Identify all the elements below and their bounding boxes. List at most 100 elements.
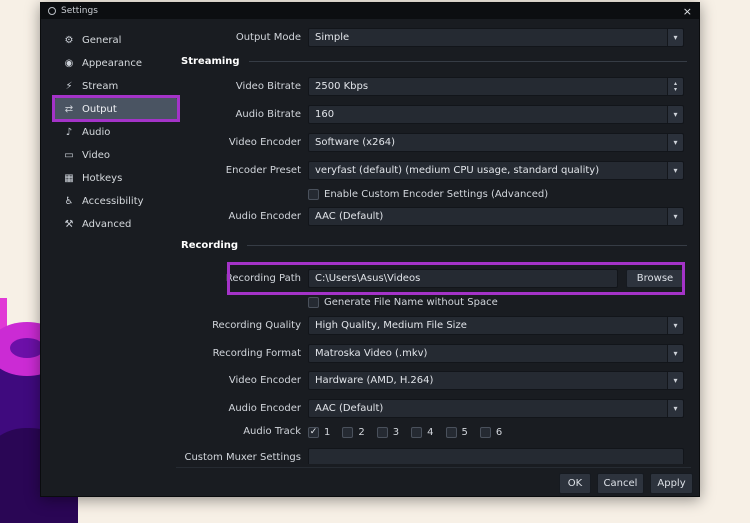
- chevron-down-icon[interactable]: ▾: [667, 317, 683, 334]
- recording-format-select[interactable]: Matroska Video (.mkv) ▾: [308, 344, 684, 363]
- checkbox-icon[interactable]: [376, 427, 388, 438]
- sidebar-item-label: General: [82, 34, 122, 46]
- tools-icon: ⚒: [64, 218, 74, 230]
- sidebar-item-appearance[interactable]: ◉ Appearance: [55, 52, 177, 74]
- chevron-down-icon[interactable]: ▾: [667, 134, 683, 151]
- sidebar: ⚙ General ◉ Appearance ⚡ Stream ⇄ Output…: [55, 29, 177, 236]
- audio-track-number: 6: [495, 427, 503, 438]
- divider: [247, 245, 687, 246]
- chevron-down-icon[interactable]: ▾: [667, 372, 683, 389]
- audio-bitrate-select[interactable]: 160 ▾: [308, 105, 684, 124]
- audio-track-1[interactable]: ✓ 1: [308, 427, 330, 438]
- sidebar-item-general[interactable]: ⚙ General: [55, 29, 177, 51]
- chevron-down-icon[interactable]: ▾: [667, 106, 683, 123]
- video-encoder-select[interactable]: Software (x264) ▾: [308, 133, 684, 152]
- cancel-button[interactable]: Cancel: [597, 473, 644, 494]
- checkbox-icon[interactable]: [445, 427, 457, 438]
- recording-quality-value: High Quality, Medium File Size: [315, 320, 467, 331]
- sidebar-item-stream[interactable]: ⚡ Stream: [55, 75, 177, 97]
- ok-button[interactable]: OK: [559, 473, 591, 494]
- apply-button[interactable]: Apply: [650, 473, 693, 494]
- checkbox-icon[interactable]: [479, 427, 491, 438]
- custom-muxer-label: Custom Muxer Settings: [184, 452, 301, 463]
- chevron-down-icon[interactable]: ▾: [667, 29, 683, 46]
- close-icon[interactable]: ×: [683, 6, 692, 17]
- titlebar[interactable]: Settings ×: [41, 3, 699, 19]
- recording-format-value: Matroska Video (.mkv): [315, 348, 428, 359]
- audio-track-number: 4: [427, 427, 434, 438]
- chevron-down-icon[interactable]: ▾: [667, 400, 683, 417]
- check-icon: ✓: [309, 427, 318, 437]
- checkbox-icon[interactable]: [411, 427, 423, 438]
- sidebar-item-label: Appearance: [82, 57, 143, 69]
- audio-track-number: 3: [392, 427, 400, 438]
- output-mode-label: Output Mode: [235, 32, 301, 43]
- sidebar-item-label: Audio: [82, 126, 111, 138]
- audio-track-3[interactable]: 3: [376, 427, 400, 438]
- obs-logo-icon: [48, 7, 56, 15]
- accessibility-icon: ♿: [64, 195, 74, 207]
- video-bitrate-label: Video Bitrate: [235, 81, 301, 92]
- sidebar-item-label: Video: [82, 149, 111, 161]
- sidebar-item-accessibility[interactable]: ♿ Accessibility: [55, 190, 177, 212]
- checkbox-checked-icon[interactable]: ✓: [308, 427, 319, 438]
- chevron-down-icon[interactable]: ▾: [667, 162, 683, 179]
- recording-quality-select[interactable]: High Quality, Medium File Size ▾: [308, 316, 684, 335]
- rec-video-encoder-label: Video Encoder: [228, 375, 301, 386]
- sidebar-item-advanced[interactable]: ⚒ Advanced: [55, 213, 177, 235]
- custom-muxer-input[interactable]: [308, 448, 684, 464]
- checkbox-icon[interactable]: [308, 189, 319, 200]
- audio-track-number: 1: [324, 427, 331, 438]
- display-icon: ▭: [64, 149, 74, 161]
- appearance-icon: ◉: [64, 57, 74, 69]
- section-title: Streaming: [181, 56, 240, 67]
- enable-custom-encoder-checkbox[interactable]: Enable Custom Encoder Settings (Advanced…: [308, 189, 548, 200]
- rec-audio-encoder-select[interactable]: AAC (Default) ▾: [308, 399, 684, 418]
- generate-filename-checkbox[interactable]: Generate File Name without Space: [308, 297, 498, 308]
- settings-window: Settings × ⚙ General ◉ Appearance ⚡ Stre…: [40, 2, 700, 497]
- decorative-shape: [10, 338, 44, 358]
- sidebar-item-hotkeys[interactable]: ▦ Hotkeys: [55, 167, 177, 189]
- audio-encoder-select[interactable]: AAC (Default) ▾: [308, 207, 684, 226]
- audio-track-2[interactable]: 2: [342, 427, 365, 438]
- video-bitrate-stepper[interactable]: 2500 Kbps ▴ ▾: [308, 77, 684, 96]
- sidebar-item-label: Stream: [82, 80, 119, 92]
- recording-path-input[interactable]: [308, 269, 618, 288]
- audio-bitrate-value: 160: [315, 109, 335, 120]
- rec-video-encoder-value: Hardware (AMD, H.264): [315, 375, 434, 386]
- spinner-buttons[interactable]: ▴ ▾: [667, 78, 683, 95]
- sidebar-item-output[interactable]: ⇄ Output: [55, 98, 177, 120]
- chevron-down-icon[interactable]: ▾: [667, 345, 683, 362]
- audio-encoder-label: Audio Encoder: [228, 211, 302, 222]
- sidebar-item-label: Advanced: [82, 218, 132, 230]
- checkbox-icon[interactable]: [308, 297, 319, 308]
- divider: [176, 467, 691, 468]
- rec-audio-encoder-value: AAC (Default): [315, 403, 384, 414]
- output-mode-select[interactable]: Simple ▾: [308, 28, 684, 47]
- checkbox-label: Enable Custom Encoder Settings (Advanced…: [324, 189, 549, 200]
- spin-down-icon[interactable]: ▾: [674, 86, 677, 93]
- broadcast-icon: ⚡: [65, 80, 73, 92]
- gear-icon: ⚙: [64, 34, 74, 46]
- browse-button[interactable]: Browse: [626, 269, 684, 288]
- video-encoder-label: Video Encoder: [228, 137, 301, 148]
- section-title: Recording: [181, 240, 239, 251]
- audio-track-4[interactable]: 4: [411, 427, 434, 438]
- audio-track-number: 5: [461, 427, 468, 438]
- section-header-recording: Recording: [181, 239, 687, 252]
- speaker-icon: ♪: [65, 126, 73, 138]
- audio-track-label: Audio Track: [243, 426, 301, 437]
- checkbox-icon[interactable]: [342, 427, 354, 438]
- sidebar-item-audio[interactable]: ♪ Audio: [55, 121, 177, 143]
- encoder-preset-select[interactable]: veryfast (default) (medium CPU usage, st…: [308, 161, 684, 180]
- sidebar-item-video[interactable]: ▭ Video: [55, 144, 177, 166]
- recording-path-label: Recording Path: [225, 273, 301, 284]
- audio-track-6[interactable]: 6: [479, 427, 503, 438]
- sidebar-item-label: Accessibility: [82, 195, 144, 207]
- window-title: Settings: [61, 6, 98, 16]
- rec-video-encoder-select[interactable]: Hardware (AMD, H.264) ▾: [308, 371, 684, 390]
- audio-track-5[interactable]: 5: [445, 427, 468, 438]
- output-icon: ⇄: [64, 103, 74, 115]
- encoder-preset-value: veryfast (default) (medium CPU usage, st…: [315, 165, 600, 176]
- chevron-down-icon[interactable]: ▾: [667, 208, 683, 225]
